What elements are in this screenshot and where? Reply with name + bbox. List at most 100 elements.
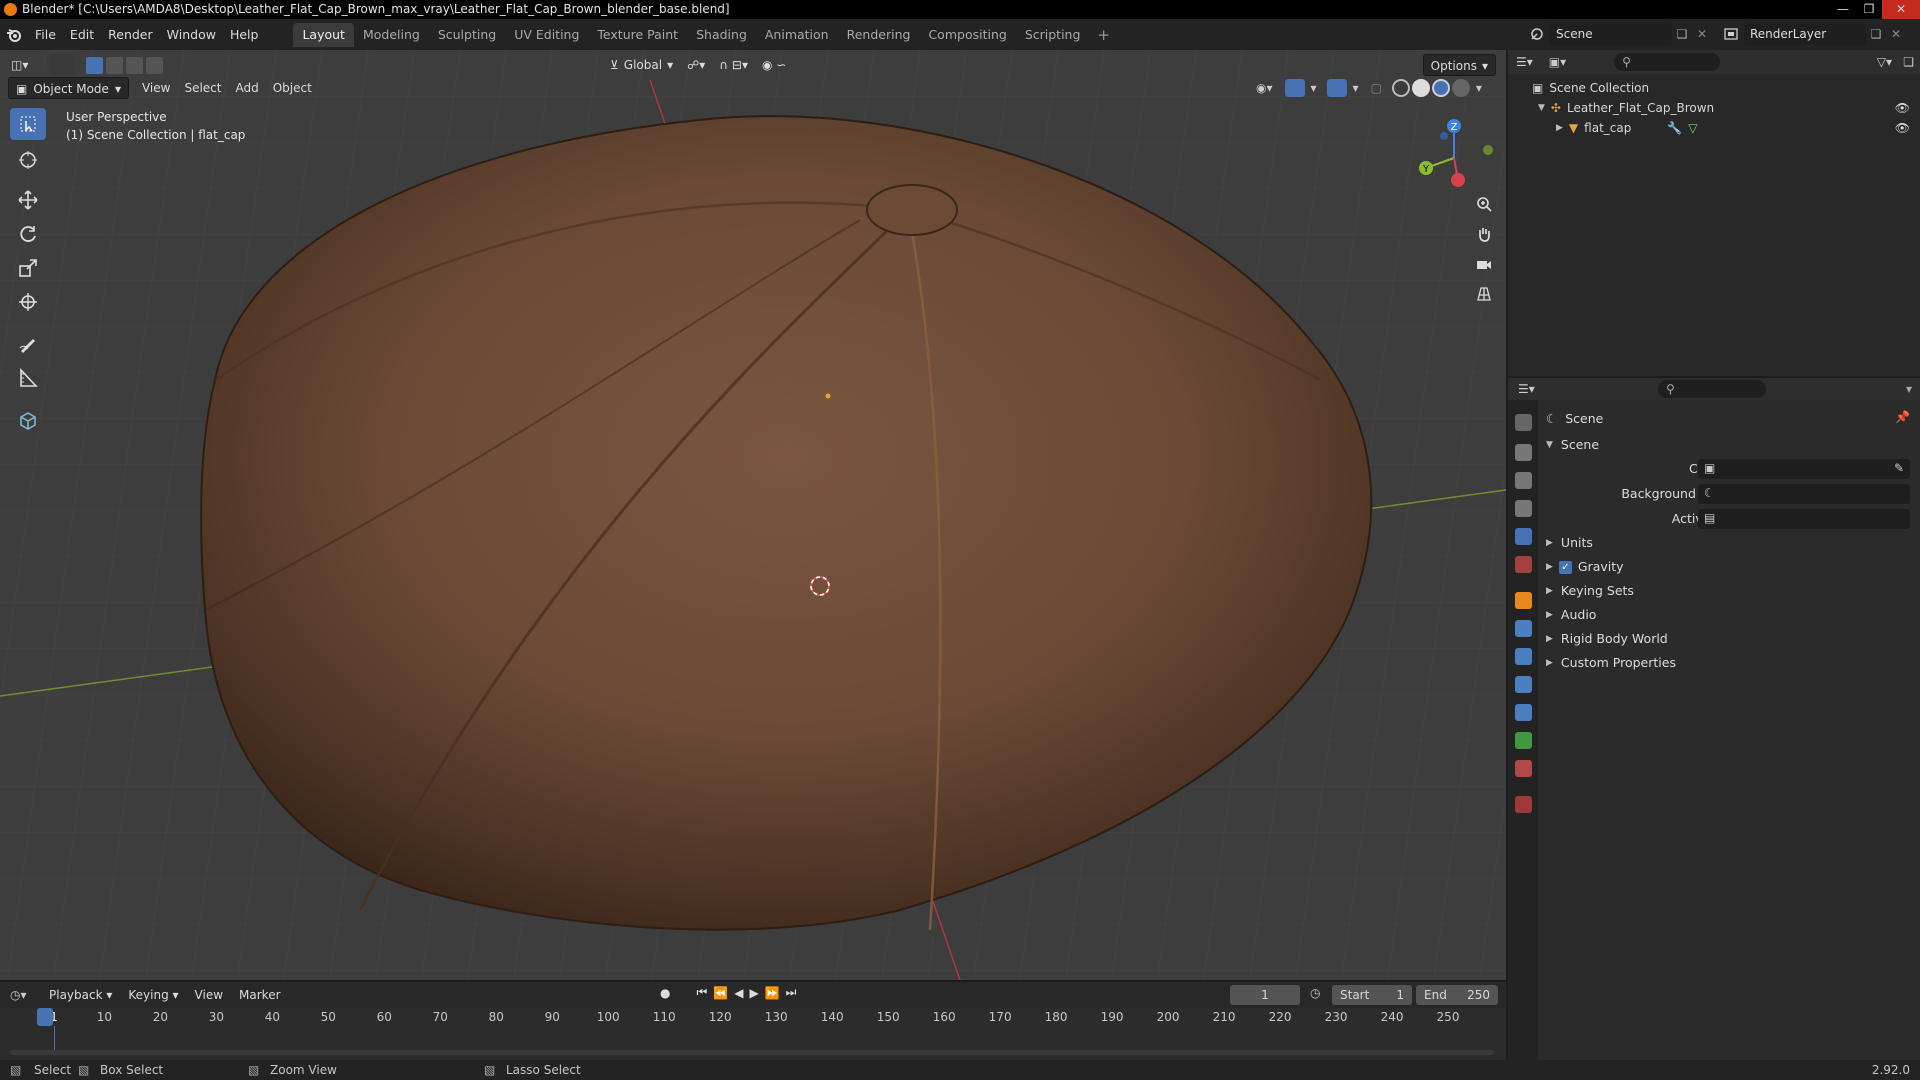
modifier-tab-icon[interactable] [1515,620,1532,637]
pivot-point-icon[interactable]: ☍▾ [680,54,712,76]
tab-animation[interactable]: Animation [756,23,838,47]
scene-tab-icon[interactable] [1515,528,1532,545]
tool-tab-icon[interactable] [1515,414,1532,431]
eye-visibility-icon[interactable]: 👁 [1895,121,1910,135]
pan-hand-icon[interactable] [1470,220,1498,248]
menu-help[interactable]: Help [223,19,266,50]
options-dropdown[interactable]: Options ▾ [1422,54,1496,76]
gizmo-dropdown-icon[interactable]: ▾ [1311,81,1317,95]
texture-tab-icon[interactable] [1515,796,1532,813]
keying-sets-subpanel[interactable]: ▶ Keying Sets [1546,580,1634,602]
camera-view-icon[interactable] [1470,250,1498,278]
jump-keyframe-forward-icon[interactable]: ⏩ [765,986,780,1000]
modifier-wrench-icon[interactable]: 🔧 [1667,121,1682,135]
timeline-menu-marker[interactable]: Marker [232,984,287,1006]
world-tab-icon[interactable] [1515,556,1532,573]
start-frame-field[interactable]: Start 1 [1332,985,1412,1005]
gravity-subpanel[interactable]: ▶ ✓ Gravity [1546,556,1624,578]
playhead-marker[interactable] [37,1008,53,1026]
timeline-ruler[interactable]: 1 10 20 30 40 50 60 70 80 90 100 110 120 130 140 150 160… [0,1008,1506,1060]
tab-uv-editing[interactable]: UV Editing [505,23,588,47]
solid-shading-icon[interactable] [1411,79,1430,97]
pin-icon[interactable]: 📌 [1895,410,1910,424]
close-icon[interactable]: ✕ [1882,0,1920,19]
gizmo-toggle-icon[interactable] [1284,79,1305,97]
mesh-data-icon[interactable]: ▽ [1688,121,1697,135]
clock-icon[interactable]: ◷ [1310,986,1320,1000]
particles-tab-icon[interactable] [1515,648,1532,665]
overlay-toggle-icon[interactable] [1326,79,1347,97]
new-scene-icon[interactable]: ❏ [1672,27,1692,41]
select-tweak-icon[interactable] [50,54,74,76]
remove-view-layer-icon[interactable]: ✕ [1886,27,1906,41]
jump-start-icon[interactable]: ⏮ [696,985,707,1000]
transform-orientation-dropdown[interactable]: ⊻ Global ▾ [603,54,680,76]
menu-file[interactable]: File [28,19,63,50]
3d-viewport[interactable]: ◫▾ ⊻ Global ▾ ☍▾ ∩ ⊟▾ ◉ ∽ Options ▾ ▣ Obj… [0,50,1506,980]
tab-rendering[interactable]: Rendering [838,23,920,47]
timeline-editor-type-icon[interactable]: ◷▾ [10,988,40,1002]
intersect-selection-icon[interactable] [146,56,163,74]
units-subpanel[interactable]: ▶ Units [1546,532,1593,554]
eyedropper-icon[interactable]: ✎ [1894,461,1904,475]
outliner-editor-type-icon[interactable]: ☰▾ [1516,55,1533,69]
zoom-icon[interactable] [1470,190,1498,218]
shading-dropdown-icon[interactable]: ▾ [1476,81,1482,95]
physics-tab-icon[interactable] [1515,676,1532,693]
view-layer-tab-icon[interactable] [1515,500,1532,517]
extend-selection-icon[interactable] [106,56,123,74]
remove-scene-icon[interactable]: ✕ [1692,27,1712,41]
viewport-menu-select[interactable]: Select [177,77,228,99]
filter-icon[interactable]: ▽▾ [1877,55,1892,69]
select-box-tool[interactable] [10,108,46,140]
rendered-shading-icon[interactable] [1451,79,1470,97]
eye-visibility-icon[interactable]: 👁 [1895,101,1910,115]
move-tool[interactable] [10,184,46,216]
maximize-icon[interactable]: ❐ [1856,0,1882,19]
cursor-tool[interactable] [10,144,46,176]
blender-menu-icon[interactable] [0,27,28,43]
wireframe-shading-icon[interactable] [1391,79,1410,97]
end-frame-field[interactable]: End 250 [1416,985,1498,1005]
tab-shading[interactable]: Shading [687,23,756,47]
audio-subpanel[interactable]: ▶ Audio [1546,604,1596,626]
camera-field[interactable]: ▣ ✎ [1698,459,1910,479]
timeline-menu-view[interactable]: View [188,984,230,1006]
add-cube-tool[interactable] [10,404,46,436]
jump-end-icon[interactable]: ⏭ [786,985,797,1000]
constraints-tab-icon[interactable] [1515,704,1532,721]
display-mode-icon[interactable]: ▣▾ [1549,55,1566,69]
add-workspace-button[interactable]: + [1089,26,1118,44]
view-layer-icon[interactable] [1718,23,1744,45]
set-selection-icon[interactable] [86,56,103,74]
scene-icon[interactable] [1524,23,1550,45]
outliner-row-scene-collection[interactable]: ▣ Scene Collection [1508,78,1920,98]
proportional-edit-icon[interactable]: ◉ ∽ [755,54,793,76]
viewport-menu-add[interactable]: Add [228,77,265,99]
view-layer-name-field[interactable]: RenderLayer [1744,23,1866,45]
new-collection-icon[interactable]: ❏ [1903,55,1914,69]
tab-modeling[interactable]: Modeling [354,23,429,47]
material-shading-icon[interactable] [1431,79,1450,97]
viewport-menu-object[interactable]: Object [266,77,319,99]
object-data-tab-icon[interactable] [1515,732,1532,749]
tab-compositing[interactable]: Compositing [919,23,1015,47]
render-tab-icon[interactable] [1515,444,1532,461]
current-frame-field[interactable]: 1 [1230,985,1300,1005]
tab-sculpting[interactable]: Sculpting [429,23,505,47]
editor-type-icon[interactable]: ◫▾ [4,54,40,76]
outliner-search-input[interactable]: ⚲ [1614,53,1721,71]
scene-name-field[interactable]: Scene [1550,23,1672,45]
tab-scripting[interactable]: Scripting [1016,23,1090,47]
tab-layout[interactable]: Layout [293,22,354,47]
object-mode-dropdown[interactable]: ▣ Object Mode ▾ [8,77,129,99]
properties-editor-type-icon[interactable]: ☰▾ [1518,382,1535,396]
background-scene-field[interactable]: ☾ [1698,484,1910,504]
subtract-selection-icon[interactable] [126,56,143,74]
measure-tool[interactable] [10,362,46,394]
gravity-checkbox[interactable]: ✓ [1558,560,1572,574]
minimize-icon[interactable]: — [1830,0,1856,19]
xray-icon[interactable]: ▢ [1371,81,1382,95]
record-icon[interactable]: ● [660,986,670,1000]
output-tab-icon[interactable] [1515,472,1532,489]
